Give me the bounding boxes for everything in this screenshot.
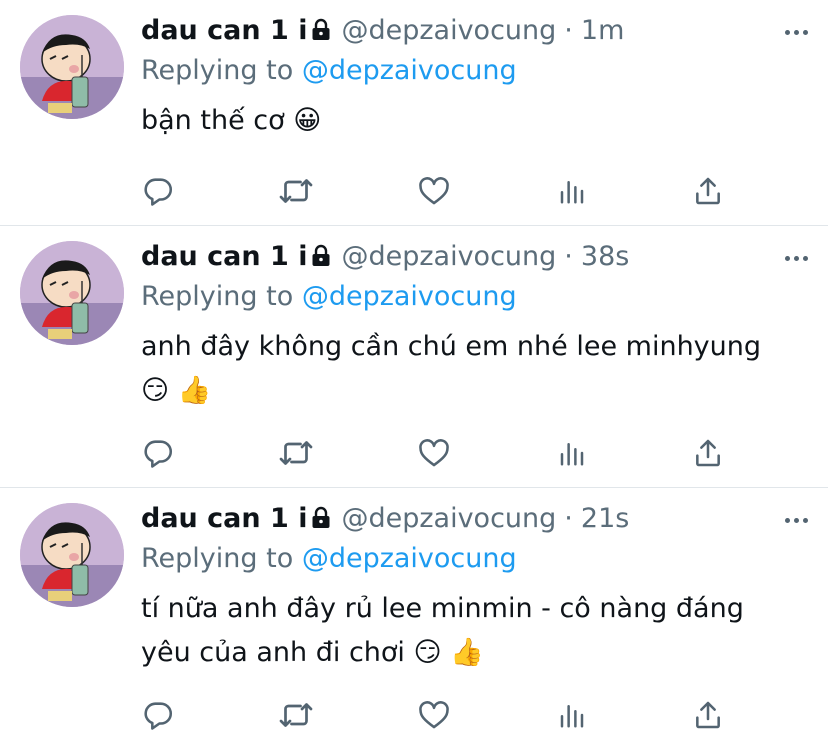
timestamp[interactable]: 1m bbox=[581, 15, 624, 46]
lock-icon bbox=[309, 239, 333, 281]
more-icon[interactable] bbox=[785, 518, 808, 523]
more-icon[interactable] bbox=[785, 30, 808, 35]
heart-icon[interactable] bbox=[414, 695, 454, 735]
tweet[interactable]: dau can 1 i @depzaivocung · 21s Replying to… bbox=[0, 488, 828, 746]
reply-icon[interactable] bbox=[138, 171, 178, 211]
tweet[interactable]: dau can 1 i @depzaivocung · 1m Replying to … bbox=[0, 0, 828, 226]
replying-prefix: Replying to bbox=[141, 281, 294, 312]
handle[interactable]: @depzaivocung bbox=[341, 503, 556, 534]
share-icon[interactable] bbox=[688, 695, 728, 735]
analytics-icon[interactable] bbox=[552, 695, 592, 735]
retweet-icon[interactable] bbox=[276, 695, 316, 735]
replying-to: Replying to @depzaivocung bbox=[141, 278, 808, 316]
reply-icon[interactable] bbox=[138, 433, 178, 473]
tweet-header: dau can 1 i @depzaivocung · 38s bbox=[141, 236, 808, 278]
handle[interactable]: @depzaivocung bbox=[341, 15, 556, 46]
tweet-header: dau can 1 i @depzaivocung · 21s bbox=[141, 498, 808, 540]
avatar[interactable] bbox=[20, 503, 124, 607]
separator: · bbox=[564, 241, 573, 272]
replying-to: Replying to @depzaivocung bbox=[141, 52, 808, 90]
analytics-icon[interactable] bbox=[552, 433, 592, 473]
lock-icon bbox=[309, 501, 333, 543]
heart-icon[interactable] bbox=[414, 171, 454, 211]
timestamp[interactable]: 21s bbox=[581, 503, 629, 534]
tweet-text: tí nữa anh đây rủ lee minmin - cô nàng đ… bbox=[141, 593, 744, 668]
heart-icon[interactable] bbox=[414, 433, 454, 473]
tweet-text: bận thế cơ 😀 bbox=[141, 105, 322, 136]
analytics-icon[interactable] bbox=[552, 171, 592, 211]
share-icon[interactable] bbox=[688, 171, 728, 211]
replying-prefix: Replying to bbox=[141, 55, 294, 86]
display-name[interactable]: dau can 1 i bbox=[141, 241, 307, 272]
share-icon[interactable] bbox=[688, 433, 728, 473]
replying-mention[interactable]: @depzaivocung bbox=[302, 543, 517, 574]
separator: · bbox=[564, 15, 573, 46]
tweet-text: anh đây không cần chú em nhé lee minhyun… bbox=[141, 331, 762, 406]
avatar[interactable] bbox=[20, 15, 124, 119]
lock-icon bbox=[309, 13, 333, 55]
avatar[interactable] bbox=[20, 241, 124, 345]
tweet-header: dau can 1 i @depzaivocung · 1m bbox=[141, 10, 808, 52]
display-name[interactable]: dau can 1 i bbox=[141, 15, 307, 46]
replying-mention[interactable]: @depzaivocung bbox=[302, 281, 517, 312]
action-bar bbox=[141, 695, 721, 735]
timestamp[interactable]: 38s bbox=[581, 241, 629, 272]
replying-prefix: Replying to bbox=[141, 543, 294, 574]
replying-mention[interactable]: @depzaivocung bbox=[302, 55, 517, 86]
separator: · bbox=[564, 503, 573, 534]
tweet[interactable]: dau can 1 i @depzaivocung · 38s Replying to… bbox=[0, 226, 828, 488]
action-bar bbox=[141, 171, 721, 211]
display-name[interactable]: dau can 1 i bbox=[141, 503, 307, 534]
retweet-icon[interactable] bbox=[276, 171, 316, 211]
more-icon[interactable] bbox=[785, 256, 808, 261]
reply-icon[interactable] bbox=[138, 695, 178, 735]
replying-to: Replying to @depzaivocung bbox=[141, 540, 808, 578]
handle[interactable]: @depzaivocung bbox=[341, 241, 556, 272]
retweet-icon[interactable] bbox=[276, 433, 316, 473]
action-bar bbox=[141, 433, 721, 473]
